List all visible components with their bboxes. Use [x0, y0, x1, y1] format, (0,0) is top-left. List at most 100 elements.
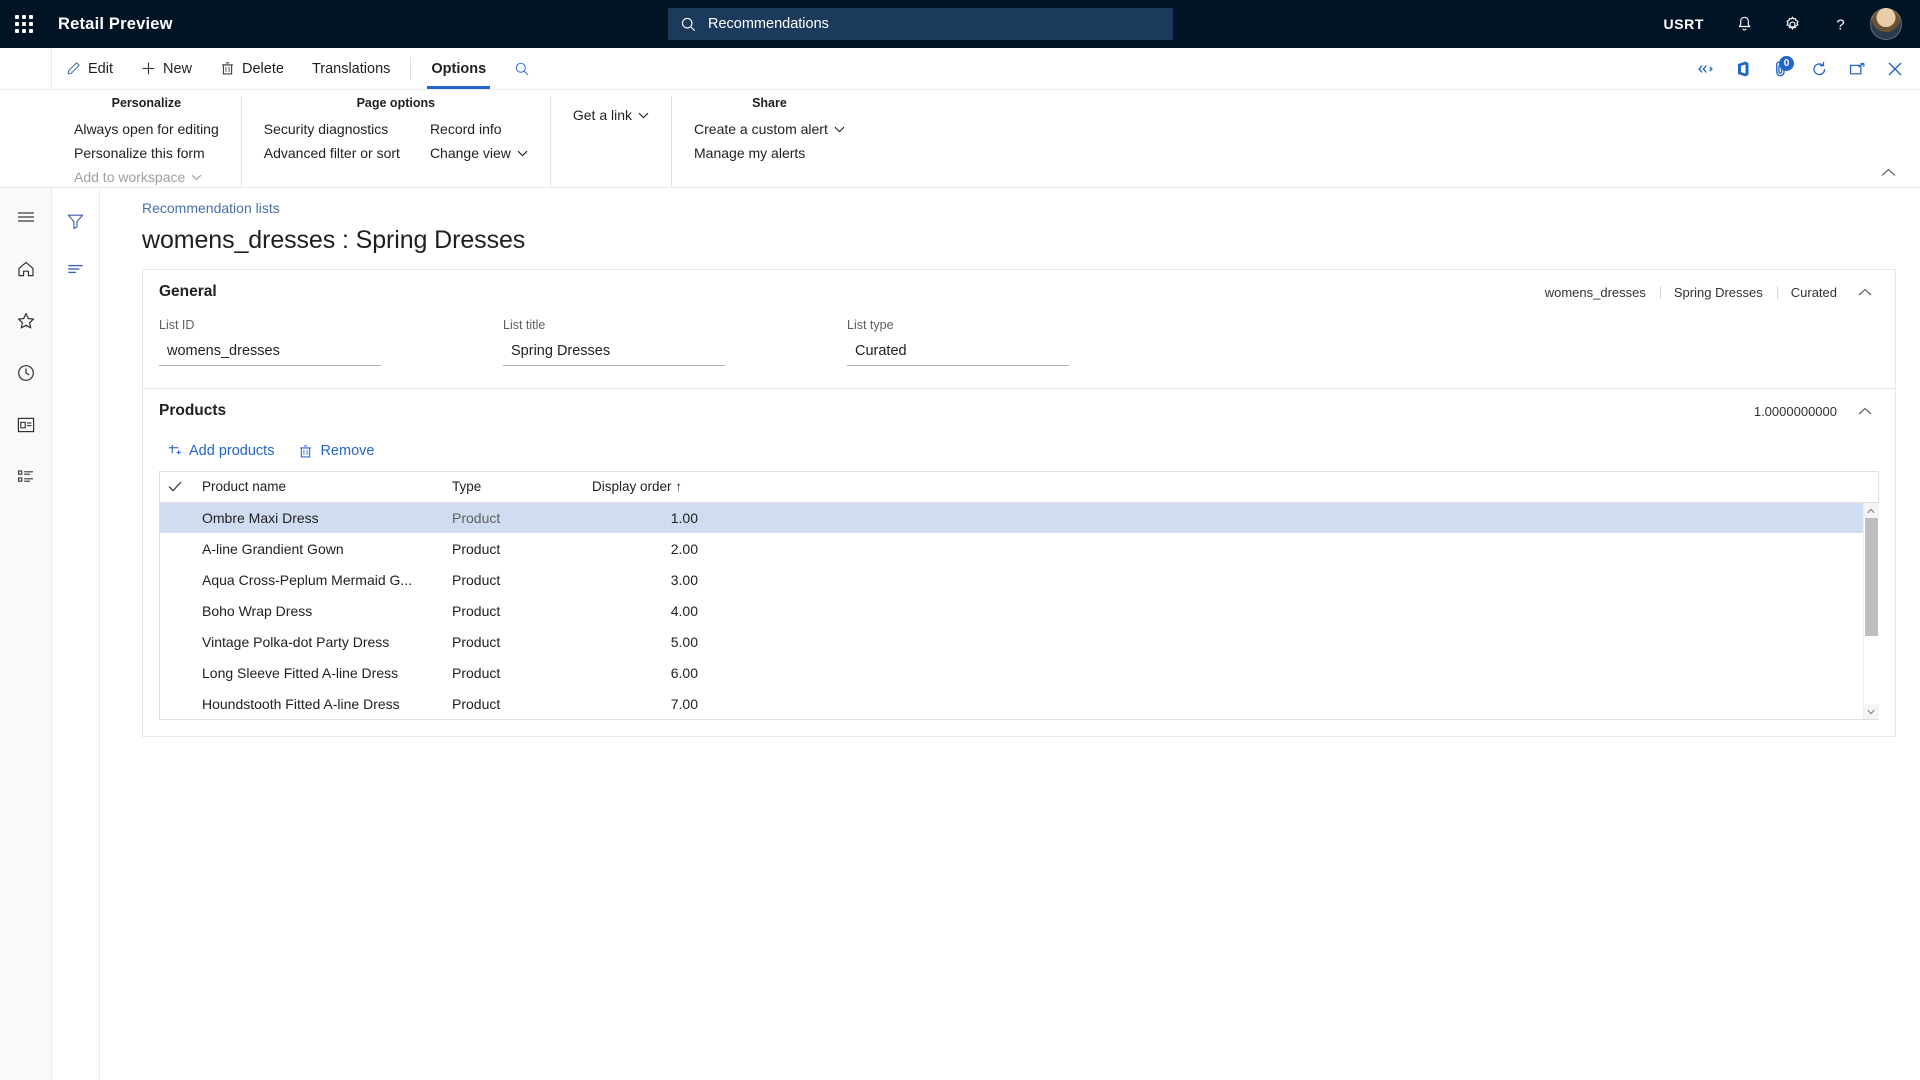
- favorites-star-icon[interactable]: [6, 302, 46, 340]
- cell-filler: [706, 533, 1878, 564]
- grid-vertical-scrollbar[interactable]: [1863, 503, 1879, 719]
- summary-chip-list-type: Curated: [1776, 285, 1851, 300]
- recent-clock-icon[interactable]: [6, 354, 46, 392]
- field-list-id-label: List ID: [159, 318, 195, 332]
- table-row[interactable]: Ombre Maxi Dress Product 1.00: [160, 502, 1878, 533]
- list-type-input[interactable]: [847, 336, 1069, 366]
- chevron-up-icon[interactable]: [1851, 397, 1879, 425]
- add-products-label: Add products: [189, 443, 275, 459]
- ribbon-group-share: Share Create a custom alert Manage my aler…: [671, 96, 867, 187]
- ribbon-item-always-open-for-editing[interactable]: Always open for editing: [70, 119, 223, 139]
- ribbon-divider: [410, 57, 412, 80]
- ribbon-column: Create a custom alert Manage my alerts: [690, 119, 849, 163]
- modules-list-icon[interactable]: [6, 458, 46, 496]
- cell-type: Product: [452, 540, 501, 557]
- table-row[interactable]: Aqua Cross-Peplum Mermaid G... Product 3.0…: [160, 564, 1878, 595]
- tab-options[interactable]: Options: [417, 48, 500, 89]
- column-header-display-order[interactable]: Display order ↑: [584, 472, 706, 503]
- trash-icon: [298, 444, 313, 459]
- translations-button[interactable]: Translations: [298, 48, 404, 89]
- table-row[interactable]: Long Sleeve Fitted A-line Dress Product 6.…: [160, 657, 1878, 688]
- column-header-type[interactable]: Type: [444, 472, 584, 503]
- company-selector[interactable]: USRT: [1647, 0, 1720, 48]
- ribbon-item-security-diagnostics[interactable]: Security diagnostics: [260, 119, 404, 139]
- ribbon-item-label: Change view: [429, 145, 511, 161]
- table-row[interactable]: Vintage Polka-dot Party Dress Product 5.00: [160, 626, 1878, 657]
- open-in-new-window-icon[interactable]: [1838, 48, 1876, 90]
- filter-funnel-icon[interactable]: [59, 206, 93, 236]
- remove-label: Remove: [320, 443, 375, 459]
- scrollbar-track[interactable]: [1863, 518, 1879, 704]
- column-header-filler: [706, 472, 1878, 503]
- cell-product-name: Boho Wrap Dress: [202, 602, 313, 619]
- delete-button[interactable]: Delete: [206, 48, 298, 89]
- ribbon-group-columns: Get a link: [569, 105, 653, 125]
- new-button[interactable]: New: [127, 48, 206, 89]
- field-list-type-label: List type: [847, 318, 894, 332]
- avatar[interactable]: [1864, 0, 1912, 48]
- scroll-down-arrow-icon[interactable]: [1863, 704, 1879, 719]
- ribbon-column: Always open for editing Personalize this …: [70, 119, 223, 187]
- app-launcher-icon[interactable]: [0, 0, 48, 48]
- office-app-icon[interactable]: [1724, 48, 1762, 90]
- help-question-icon[interactable]: ?: [1816, 0, 1864, 48]
- plus-icon: [141, 61, 156, 76]
- cell-product-name: Long Sleeve Fitted A-line Dress: [202, 664, 399, 681]
- ribbon-search-icon[interactable]: [500, 48, 544, 89]
- workspaces-icon[interactable]: [6, 406, 46, 444]
- close-icon[interactable]: [1876, 48, 1914, 90]
- ribbon-item-create-a-custom-alert[interactable]: Create a custom alert: [690, 119, 849, 139]
- ribbon-item-label: Add to workspace: [74, 169, 186, 185]
- summary-chip-list-id: womens_dresses: [1544, 284, 1646, 300]
- ribbon-item-change-view[interactable]: Change view: [426, 143, 532, 163]
- settings-gear-icon[interactable]: [1768, 0, 1816, 48]
- general-section-header[interactable]: General womens_dresses Spring Dresses Cu…: [143, 270, 1895, 314]
- row-select-checkbox: [160, 564, 194, 595]
- table-row[interactable]: Boho Wrap Dress Product 4.00: [160, 595, 1878, 626]
- column-header-select-all[interactable]: [160, 472, 194, 503]
- scroll-up-arrow-icon[interactable]: [1863, 503, 1879, 518]
- table-row[interactable]: A-line Grandient Gown Product 2.00: [160, 533, 1878, 564]
- column-header-product-name[interactable]: Product name: [194, 472, 444, 503]
- ribbon-column: Security diagnostics Advanced filter or s…: [260, 119, 404, 163]
- svg-text:?: ?: [1836, 16, 1844, 33]
- cell-type: Product: [452, 633, 501, 650]
- page-title: womens_dresses : Spring Dresses: [142, 226, 526, 254]
- breadcrumb[interactable]: Recommendation lists: [142, 200, 1896, 216]
- hamburger-menu-icon[interactable]: [6, 198, 46, 236]
- ribbon-item-get-a-link[interactable]: Get a link: [569, 105, 653, 125]
- ribbon-item-manage-my-alerts[interactable]: Manage my alerts: [690, 143, 849, 163]
- products-section-header[interactable]: Products 1.0000000000: [143, 389, 1895, 433]
- ribbon-group-title: Personalize: [111, 96, 182, 110]
- notifications-bell-icon[interactable]: [1720, 0, 1768, 48]
- cell-type: Product: [452, 664, 501, 681]
- cell-filler: [706, 502, 1878, 533]
- attachment-count-badge: 0: [1779, 56, 1794, 71]
- app-title[interactable]: Retail Preview: [58, 15, 173, 34]
- collapse-ribbon-icon[interactable]: [1877, 164, 1900, 181]
- chevron-up-icon[interactable]: [1851, 278, 1879, 306]
- cell-product-name: Vintage Polka-dot Party Dress: [202, 633, 390, 650]
- edit-button-label: Edit: [88, 60, 113, 77]
- edit-button[interactable]: Edit: [52, 48, 127, 89]
- scrollbar-thumb[interactable]: [1864, 518, 1878, 636]
- home-icon[interactable]: [6, 250, 46, 288]
- summary-lines-icon[interactable]: [59, 254, 93, 284]
- ribbon-column: Get a link: [569, 105, 653, 125]
- remove-button[interactable]: Remove: [290, 439, 382, 463]
- embed-code-icon[interactable]: [1686, 48, 1724, 90]
- translations-button-label: Translations: [311, 60, 391, 77]
- attachment-icon[interactable]: 0: [1762, 48, 1800, 90]
- ribbon-item-advanced-filter-or-sort[interactable]: Advanced filter or sort: [260, 143, 404, 163]
- cell-filler: [706, 688, 1878, 719]
- list-id-input[interactable]: [159, 336, 381, 366]
- ribbon-item-personalize-this-form[interactable]: Personalize this form: [70, 143, 223, 163]
- ribbon-item-record-info[interactable]: Record info: [426, 119, 532, 139]
- add-products-button[interactable]: Add products: [159, 439, 282, 463]
- table-row[interactable]: Houndstooth Fitted A-line Dress Product 7.…: [160, 688, 1878, 719]
- global-search-box[interactable]: Recommendations: [668, 8, 1173, 40]
- general-section-title: General: [159, 283, 217, 300]
- refresh-icon[interactable]: [1800, 48, 1838, 90]
- general-section-summary: womens_dresses Spring Dresses Curated: [1531, 278, 1879, 306]
- list-title-input[interactable]: [503, 336, 725, 366]
